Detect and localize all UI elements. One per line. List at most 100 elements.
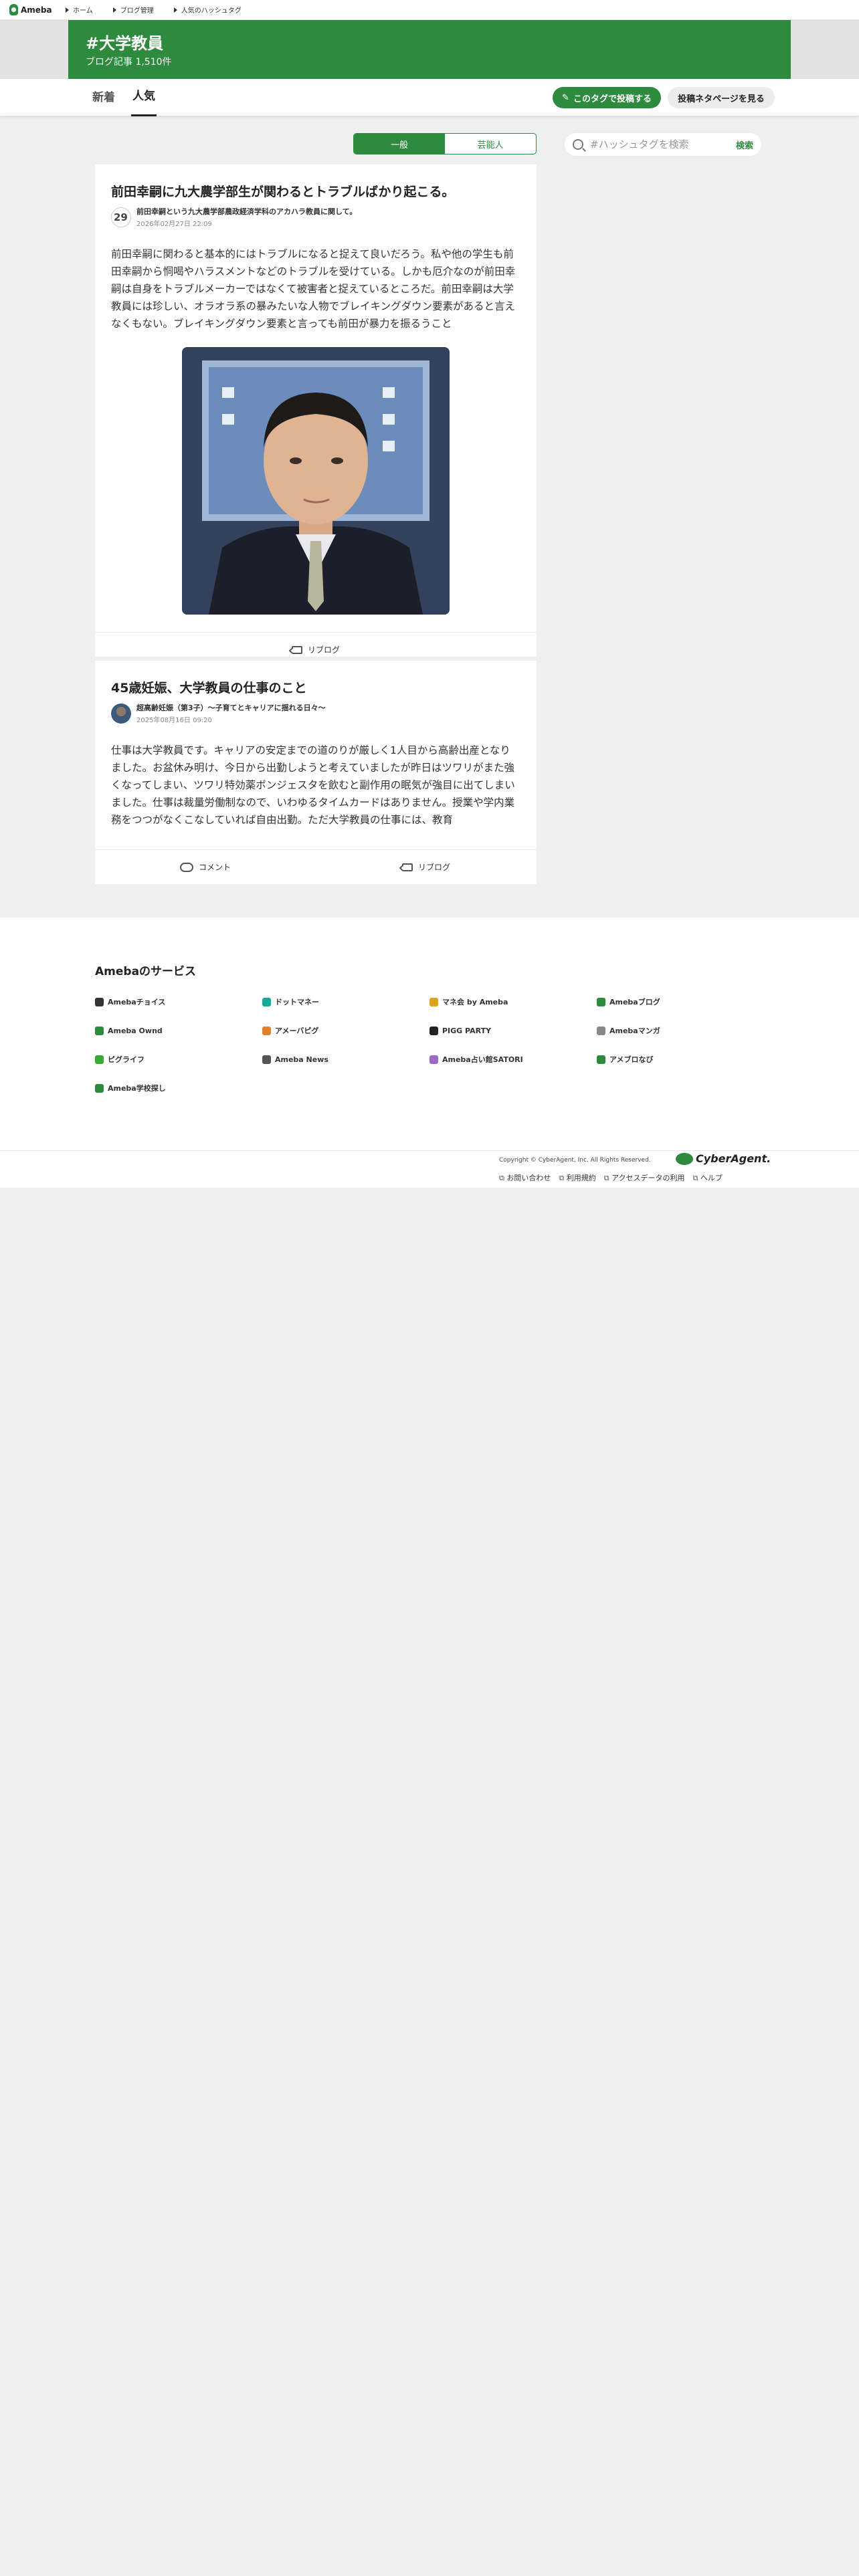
service-label: アメーバピグ: [275, 1027, 319, 1035]
blog-name: 前田幸嗣という九大農学部農政経済学科のアカハラ教員に関して。: [136, 207, 357, 216]
service-link[interactable]: アメブロなび: [597, 1053, 764, 1066]
cyberagent-logo[interactable]: CyberAgent.: [676, 1152, 771, 1165]
triangle-icon: [66, 7, 69, 13]
search-icon: [573, 139, 583, 150]
service-icon: [95, 1083, 104, 1093]
footer-link-terms[interactable]: 利用規約: [559, 1172, 596, 1183]
tab-new[interactable]: 新着: [91, 79, 116, 116]
service-icon: [262, 1026, 271, 1035]
comment-button[interactable]: コメント: [95, 850, 316, 884]
service-icon: [95, 1055, 104, 1064]
page-title: #大学教員: [86, 34, 164, 53]
footer-link-data-usage[interactable]: アクセスデータの利用: [604, 1172, 684, 1183]
service-label: Ameba占い館SATORI: [442, 1055, 523, 1064]
service-link[interactable]: ピグライフ: [95, 1053, 262, 1066]
post-author[interactable]: 前田幸嗣という九大農学部農政経済学科のアカハラ教員に関して。 2026年02月2…: [111, 206, 520, 228]
pencil-icon: ✎: [562, 92, 569, 103]
view-topics-button[interactable]: 投稿ネタページを見る: [668, 87, 775, 108]
service-icon: [597, 1026, 605, 1035]
triangle-icon: [112, 7, 116, 13]
post-excerpt[interactable]: 前田幸嗣に関わると基本的にはトラブルになると捉えて良いだろう。私や他の学生も前田…: [111, 245, 520, 332]
cyberagent-logo-icon: [676, 1152, 693, 1165]
service-icon: [430, 1055, 438, 1064]
nav-link-popular-hashtags[interactable]: 人気のハッシュタグ: [173, 5, 242, 15]
blog-name: 超高齢妊娠（第3子）〜子育てとキャリアに揺れる日々〜: [136, 704, 326, 712]
triangle-icon: [173, 7, 177, 13]
post-card: 45歳妊娠、大学教員の仕事のこと 超高齢妊娠（第3子）〜子育てとキャリアに揺れる…: [95, 661, 537, 884]
post-count: ブログ記事 1,510件: [86, 57, 172, 68]
post-excerpt[interactable]: 仕事は大学教員です。キャリアの安定までの道のりが厳しく1人目から高齢出産となりま…: [111, 742, 520, 829]
service-label: Ameba Ownd: [108, 1026, 163, 1035]
copyright: Copyright © CyberAgent, Inc. All Rights …: [499, 1157, 651, 1164]
service-icon: [430, 1026, 438, 1035]
ameba-logo[interactable]: Ameba: [9, 4, 66, 15]
post-thumbnail[interactable]: [182, 347, 450, 615]
post-date: 2025年08月16日 09:20: [136, 717, 212, 724]
service-label: アメブロなび: [609, 1055, 654, 1064]
service-label: Ameba News: [275, 1055, 328, 1064]
service-link[interactable]: Ameba Ownd: [95, 1024, 262, 1037]
search-button[interactable]: 検索: [736, 138, 753, 151]
footer-links: お問い合わせ 利用規約 アクセスデータの利用 ヘルプ: [499, 1172, 723, 1183]
service-label: Amebaチョイス: [108, 998, 166, 1006]
service-icon: [95, 1026, 104, 1035]
service-label: Ameba学校探し: [108, 1084, 166, 1093]
hashtag-header: #大学教員 ブログ記事 1,510件: [68, 20, 791, 79]
avatar: [111, 207, 131, 227]
filter-general[interactable]: 一般: [354, 134, 445, 154]
tabs-bar: 新着 人気 ✎ このタグで投稿する 投稿ネタページを見る: [0, 79, 859, 116]
service-label: ピグライフ: [108, 1055, 145, 1064]
service-icon: [430, 997, 438, 1006]
post-actions: コメント リブログ: [95, 849, 537, 884]
nav-link-home[interactable]: ホーム: [66, 5, 93, 15]
portrait-image: [182, 347, 450, 615]
comment-icon: [179, 860, 193, 872]
service-icon: [262, 1055, 271, 1064]
footer-link-help[interactable]: ヘルプ: [693, 1172, 723, 1183]
service-label: Amebaブログ: [609, 998, 660, 1006]
footer-link-contact[interactable]: お問い合わせ: [499, 1172, 551, 1183]
post-card: 前田幸嗣に九大農学部生が関わるとトラブルばかり起こる。 前田幸嗣という九大農学部…: [95, 165, 537, 657]
services-list: Amebaチョイス ドットマネー マネ会 by Ameba Amebaブログ Ameba…: [95, 995, 764, 1095]
hashtag-search: 検索: [565, 133, 761, 156]
service-label: マネ会 by Ameba: [442, 998, 508, 1006]
service-icon: [597, 997, 605, 1006]
service-link[interactable]: マネ会 by Ameba: [430, 995, 597, 1008]
search-input[interactable]: [590, 138, 736, 150]
service-icon: [597, 1055, 605, 1064]
service-label: PIGG PARTY: [442, 1026, 492, 1035]
tab-popular[interactable]: 人気: [131, 79, 157, 116]
audience-filter: 一般 芸能人: [353, 133, 537, 154]
filter-celebrity[interactable]: 芸能人: [445, 134, 536, 154]
service-link[interactable]: Amebaチョイス: [95, 995, 262, 1008]
legal-footer: Copyright © CyberAgent, Inc. All Rights …: [0, 1150, 859, 1188]
service-icon: [95, 997, 104, 1006]
reblog-icon: [401, 863, 413, 871]
ameba-logo-icon: [9, 4, 18, 15]
global-nav: Ameba ホーム ブログ管理 人気のハッシュタグ: [0, 0, 859, 20]
service-link[interactable]: Amebaマンガ: [597, 1024, 764, 1037]
service-icon: [262, 997, 271, 1006]
sort-tabs: 新着 人気: [91, 79, 157, 116]
avatar: [111, 703, 131, 724]
service-label: ドットマネー: [275, 998, 319, 1006]
service-link[interactable]: Amebaブログ: [597, 995, 764, 1008]
reblog-button[interactable]: リブログ: [316, 850, 537, 884]
nav-link-blog-admin[interactable]: ブログ管理: [112, 5, 154, 15]
service-label: Amebaマンガ: [609, 1027, 660, 1035]
reblog-icon: [291, 645, 302, 654]
service-link[interactable]: アメーバピグ: [262, 1024, 430, 1037]
service-link[interactable]: PIGG PARTY: [430, 1024, 597, 1037]
services-title: Amebaのサービス: [95, 965, 197, 978]
post-author[interactable]: 超高齢妊娠（第3子）〜子育てとキャリアに揺れる日々〜 2025年08月16日 0…: [111, 702, 520, 724]
post-date: 2026年02月27日 22:09: [136, 221, 212, 228]
hero-band: #大学教員 ブログ記事 1,510件: [0, 20, 859, 79]
service-link[interactable]: Ameba学校探し: [95, 1081, 262, 1095]
post-title[interactable]: 45歳妊娠、大学教員の仕事のこと: [111, 679, 520, 697]
service-link[interactable]: Ameba News: [262, 1053, 430, 1066]
ameba-logo-text: Ameba: [21, 5, 52, 15]
service-link[interactable]: Ameba占い館SATORI: [430, 1053, 597, 1066]
post-with-tag-button[interactable]: ✎ このタグで投稿する: [553, 87, 661, 108]
service-link[interactable]: ドットマネー: [262, 995, 430, 1008]
post-title[interactable]: 前田幸嗣に九大農学部生が関わるとトラブルばかり起こる。: [111, 183, 520, 201]
